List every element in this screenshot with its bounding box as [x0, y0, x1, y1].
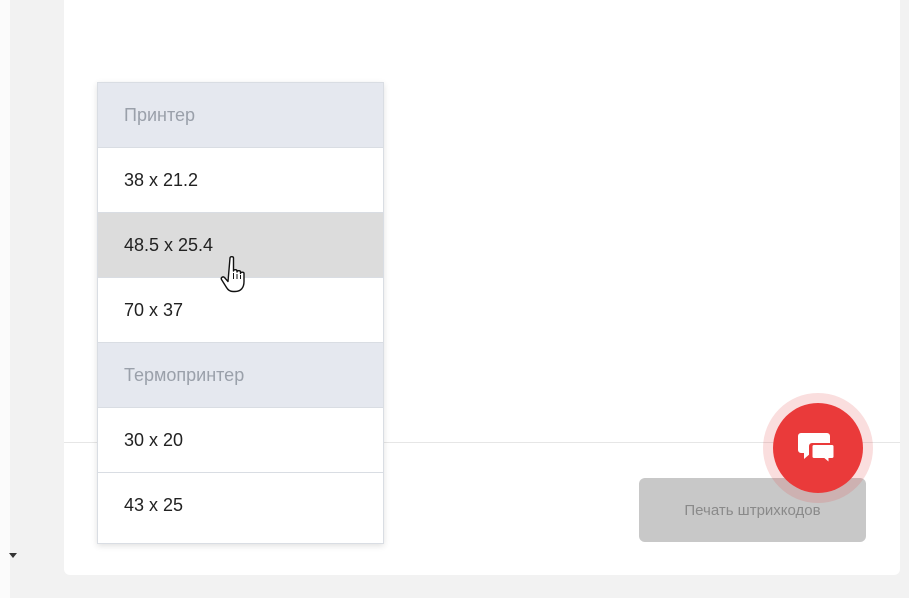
dropdown-option-38x21[interactable]: 38 x 21.2: [98, 148, 383, 213]
dropdown-option-48x25[interactable]: 48.5 x 25.4: [98, 213, 383, 278]
left-panel-edge: [0, 0, 10, 598]
chat-bubbles-icon: [798, 433, 835, 465]
dropdown-group-thermal-printer: Термопринтер: [98, 343, 383, 408]
caret-down-icon[interactable]: [9, 553, 17, 558]
dropdown-option-70x37[interactable]: 70 x 37: [98, 278, 383, 343]
dropdown-option-43x25[interactable]: 43 x 25: [98, 473, 383, 538]
chat-fab-button[interactable]: [773, 403, 863, 493]
page: Печать штрихкодов Принтер 38 x 21.2 48.5…: [0, 0, 909, 598]
dropdown-option-30x20[interactable]: 30 x 20: [98, 408, 383, 473]
dropdown-group-printer: Принтер: [98, 83, 383, 148]
left-gap: [10, 0, 64, 598]
label-size-dropdown[interactable]: Принтер 38 x 21.2 48.5 x 25.4 70 x 37 Те…: [97, 82, 384, 544]
